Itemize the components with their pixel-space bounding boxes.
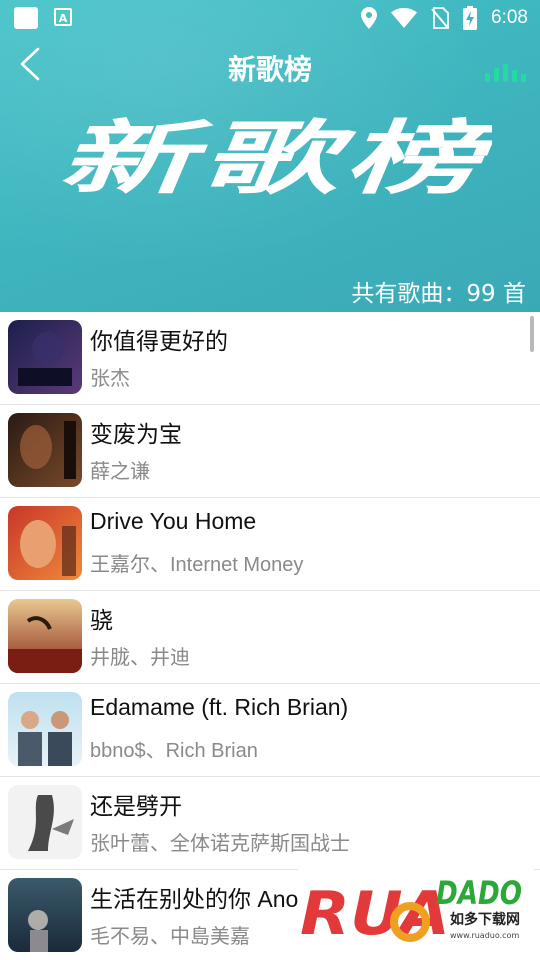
no-sim-icon: [431, 7, 450, 29]
location-icon: [361, 7, 378, 29]
list-item[interactable]: 还是劈开 张叶蕾、全体诺克萨斯国战士: [0, 777, 540, 870]
song-list: 你值得更好的 张杰 变废为宝 薛之谦 Drive You Home 王嘉尔、In…: [0, 312, 540, 960]
song-artist: 毛不易、中島美嘉: [90, 926, 250, 948]
album-cover: [8, 506, 82, 580]
song-artist: 张杰: [90, 368, 130, 390]
watermark-tagline: 如多下载网: [450, 911, 520, 928]
status-icons: 6:08: [361, 6, 528, 30]
song-artist: 王嘉尔、Internet Money: [90, 554, 304, 576]
song-title: 生活在别处的你 Ano: [90, 886, 299, 912]
song-title: Drive You Home: [90, 508, 257, 534]
album-cover: [8, 878, 82, 952]
list-item[interactable]: 骁 井胧、井迪: [0, 591, 540, 684]
page-title: 新歌榜: [227, 53, 312, 86]
list-item[interactable]: Drive You Home 王嘉尔、Internet Money: [0, 498, 540, 591]
equalizer-icon[interactable]: [485, 62, 526, 82]
song-artist: 张叶蕾、全体诺克萨斯国战士: [90, 833, 350, 855]
album-cover: [8, 692, 82, 766]
song-title: 变废为宝: [90, 421, 182, 447]
status-bar: A 6:08: [0, 0, 540, 36]
album-cover: [8, 320, 82, 394]
song-artist: 薛之谦: [90, 461, 150, 483]
watermark-graphic: RUA DADO 如多下载网 www.ruaduo.com: [300, 874, 522, 949]
song-count: 共有歌曲：99 首: [351, 281, 526, 307]
banner-title: 新歌榜: [58, 112, 492, 203]
song-title: 还是劈开: [90, 793, 182, 819]
song-artist: bbno$、Rich Brian: [90, 740, 258, 762]
list-item[interactable]: 你值得更好的 张杰: [0, 312, 540, 405]
battery-charging-icon: [463, 6, 478, 30]
app-notification-icon: A: [54, 8, 72, 26]
list-item[interactable]: Edamame (ft. Rich Brian) bbno$、Rich Bria…: [0, 684, 540, 777]
watermark-logo: RUA DADO 如多下载网 www.ruaduo.com: [298, 864, 534, 956]
wifi-icon: [391, 8, 418, 28]
clock: 6:08: [491, 7, 528, 28]
album-cover: [8, 785, 82, 859]
watermark-url: www.ruaduo.com: [450, 931, 519, 940]
nav-bar: 新歌榜: [0, 38, 540, 94]
song-title: Edamame (ft. Rich Brian): [90, 694, 349, 720]
header: A 6:08 新歌榜 新歌榜 共有歌曲：99 首: [0, 0, 540, 312]
list-item[interactable]: 变废为宝 薛之谦: [0, 405, 540, 498]
album-cover: [8, 413, 82, 487]
song-title: 骁: [90, 607, 113, 633]
notification-icon: [14, 7, 38, 29]
song-artist: 井胧、井迪: [90, 647, 190, 669]
svg-text:DADO: DADO: [436, 874, 522, 912]
song-title: 你值得更好的: [90, 328, 228, 354]
scrollbar[interactable]: [530, 316, 534, 352]
album-cover: [8, 599, 82, 673]
banner-text: 新歌榜: [58, 112, 492, 203]
